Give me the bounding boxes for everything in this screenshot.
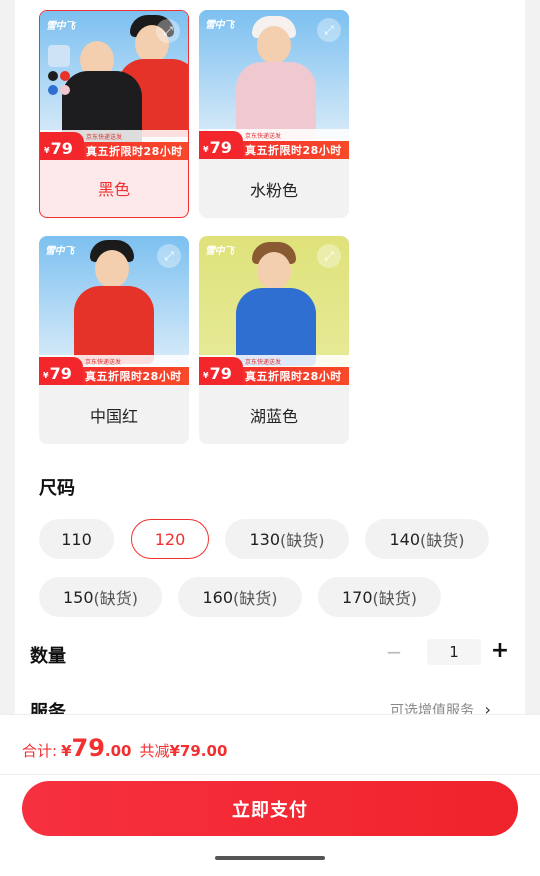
color-option-label: 中国红 bbox=[89, 407, 138, 426]
expand-icon[interactable]: ⤢ bbox=[157, 244, 181, 268]
color-option-red[interactable]: 雪中飞 ⤢ 京东快递送发 真五折限时28小时 ¥79 中国红 bbox=[39, 236, 189, 444]
product-image: 雪中飞 ⤢ 京东快递送发 真五折限时28小时 ¥79 bbox=[199, 236, 349, 385]
brand-logo: 雪中飞 bbox=[205, 246, 234, 257]
brand-logo: 雪中飞 bbox=[45, 246, 74, 257]
size-option-170[interactable]: 170 (缺货) bbox=[318, 577, 441, 617]
service-hint[interactable]: 可选增值服务 › bbox=[390, 700, 491, 714]
quantity-section-title: 数量 bbox=[30, 646, 66, 667]
product-image: 雪中飞 ⤢ 京东快递送发 真五折限时28小时 ¥79 bbox=[199, 10, 349, 159]
brand-logo: 雪中飞 bbox=[205, 20, 234, 31]
brand-logo: 雪中飞 bbox=[46, 21, 75, 32]
product-image: 雪中飞 ⤢ 京东快递送发 真五折限时28小时 ¥79 bbox=[39, 236, 189, 385]
color-option-black[interactable]: 雪中飞 ⤢ 京东快递送发 真五折限时28小时 ¥79 黑色 bbox=[39, 10, 189, 218]
size-option-110[interactable]: 110 bbox=[39, 519, 114, 559]
product-image: 雪中飞 ⤢ 京东快递送发 真五折限时28小时 ¥79 bbox=[40, 11, 188, 160]
color-option-label: 黑色 bbox=[97, 180, 130, 199]
promo-price: ¥79 bbox=[40, 132, 84, 160]
size-option-150[interactable]: 150 (缺货) bbox=[39, 577, 162, 617]
color-option-label: 湖蓝色 bbox=[249, 407, 298, 426]
home-indicator bbox=[215, 856, 325, 860]
color-option-label: 水粉色 bbox=[249, 181, 298, 200]
promo-price: ¥79 bbox=[199, 357, 243, 385]
promo-price: ¥79 bbox=[39, 357, 83, 385]
promo-price: ¥79 bbox=[199, 131, 243, 159]
expand-icon[interactable]: ⤢ bbox=[317, 244, 341, 268]
savings: 共减¥79.00 bbox=[139, 742, 228, 760]
total-price: 合计: ¥ 79 .00 共减¥79.00 bbox=[22, 734, 228, 762]
color-option-pink[interactable]: 雪中飞 ⤢ 京东快递送发 真五折限时28小时 ¥79 水粉色 bbox=[199, 10, 349, 218]
sku-sheet: 雪中飞 ⤢ 京东快递送发 真五折限时28小时 ¥79 黑色 雪中飞 ⤢ 京东快递… bbox=[15, 0, 525, 714]
color-option-blue[interactable]: 雪中飞 ⤢ 京东快递送发 真五折限时28小时 ¥79 湖蓝色 bbox=[199, 236, 349, 444]
divider bbox=[0, 774, 540, 775]
size-section-title: 尺码 bbox=[39, 478, 75, 499]
expand-icon[interactable]: ⤢ bbox=[317, 18, 341, 42]
minus-icon[interactable]: − bbox=[384, 642, 404, 662]
quantity-value[interactable]: 1 bbox=[427, 639, 481, 665]
size-option-160[interactable]: 160 (缺货) bbox=[178, 577, 302, 617]
chevron-right-icon: › bbox=[484, 700, 491, 714]
plus-icon[interactable]: + bbox=[490, 640, 510, 662]
service-section-title: 服务 bbox=[30, 702, 66, 714]
size-option-120[interactable]: 120 bbox=[131, 519, 209, 559]
size-option-140[interactable]: 140 (缺货) bbox=[365, 519, 489, 559]
size-option-130[interactable]: 130 (缺货) bbox=[225, 519, 349, 559]
expand-icon[interactable]: ⤢ bbox=[156, 19, 180, 43]
pay-now-button[interactable]: 立即支付 bbox=[22, 781, 518, 836]
